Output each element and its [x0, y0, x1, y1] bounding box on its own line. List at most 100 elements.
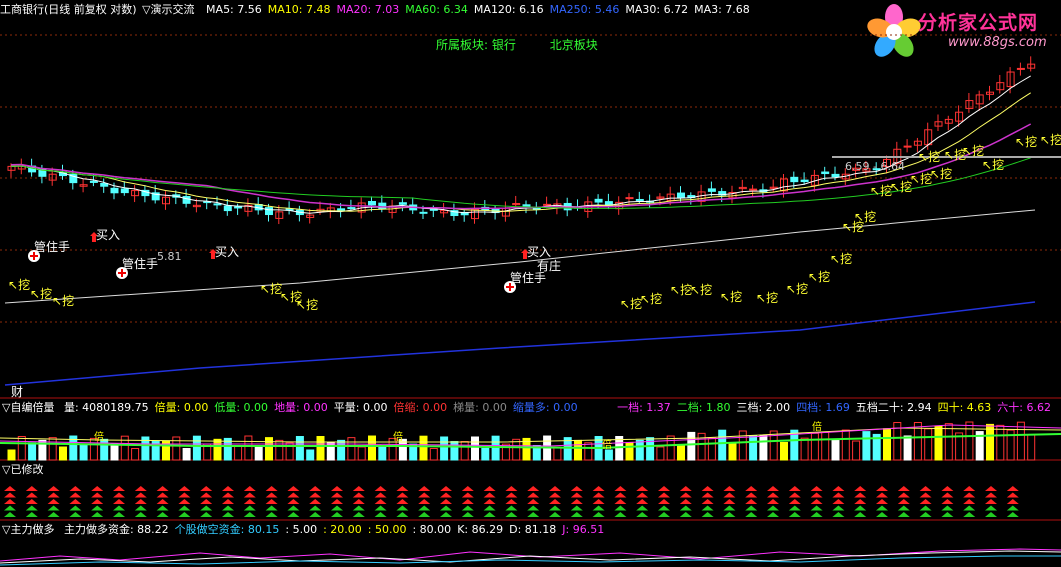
trend-arrow: [287, 505, 300, 511]
trend-arrow: [767, 499, 779, 504]
trend-arrow: [527, 505, 540, 511]
trend-arrow: [483, 486, 496, 491]
candle-body: [368, 201, 376, 206]
trend-arrow: [636, 492, 649, 498]
dig-signal: ↖挖: [930, 165, 952, 182]
signal-text: 挖: [62, 294, 75, 308]
trend-arrow: [767, 486, 779, 491]
volume-bar: [831, 438, 840, 461]
trend-arrow: [723, 512, 736, 517]
signal-text: 挖: [928, 150, 941, 164]
candle-body: [594, 198, 603, 203]
signal-text: 挖: [840, 252, 853, 266]
trend-arrow: [854, 512, 867, 517]
trend-arrow: [658, 492, 670, 498]
volume-bar: [213, 438, 222, 461]
signal-arrow-icon: ↖: [280, 290, 291, 304]
dig-signal: ↖挖: [808, 268, 830, 285]
trend-arrow: [832, 505, 845, 511]
dig-signal: ↖挖: [8, 276, 30, 293]
trend-arrow: [723, 492, 736, 498]
trend-arrow: [767, 492, 779, 498]
signal-arrow-icon: ↖: [808, 270, 819, 284]
signal-text: 管住手: [34, 240, 71, 254]
trend-arrow: [854, 499, 867, 504]
signal-text: 挖: [818, 270, 831, 284]
volume-marker: 倍: [393, 430, 403, 443]
trend-arrow: [788, 512, 801, 517]
volume-bar: [378, 445, 387, 461]
trend-arrow: [396, 505, 409, 511]
volume-bar: [707, 437, 716, 461]
modified-panel-name[interactable]: ▽已修改: [2, 463, 43, 476]
trend-arrow: [592, 486, 605, 491]
trend-arrow: [679, 492, 692, 498]
trend-arrow: [91, 492, 104, 498]
volume-bar: [934, 425, 943, 461]
trend-arrow: [701, 499, 714, 504]
dig-signal: ↖挖: [854, 208, 876, 225]
trend-arrow: [876, 486, 888, 491]
trend-arrow: [636, 512, 649, 517]
trend-arrow: [941, 486, 954, 491]
volume-bar: [368, 435, 376, 461]
dig-signal: ↖挖: [296, 296, 318, 313]
volume-bar: [759, 435, 768, 461]
trend-arrow: [222, 499, 234, 504]
trend-arrow: [113, 486, 125, 491]
trend-arrow: [505, 512, 518, 517]
trend-arrow: [832, 499, 845, 504]
signal-text: 挖: [700, 283, 713, 297]
volume-legend-item: 平量: 0.00: [333, 401, 388, 414]
trend-arrow: [200, 499, 213, 504]
ma250-line: [4, 301, 1036, 386]
volume-bar: [192, 435, 201, 461]
signal-arrow-icon: ↖: [890, 180, 901, 194]
volume-panel-name[interactable]: ▽自编倍量: [2, 401, 54, 414]
buy-signal: 买入: [96, 226, 120, 243]
dig-signal: ↖挖: [52, 292, 74, 309]
dig-signal: ↖挖: [690, 281, 712, 298]
volume-bar: [996, 424, 1005, 461]
signal-text: 挖: [730, 290, 743, 304]
trend-arrow: [440, 505, 452, 511]
trend-arrow: [592, 512, 605, 517]
mainforce-legend-item: 个股做空资金: 80.15: [174, 523, 280, 536]
signal-arrow-icon: ↖: [870, 184, 881, 198]
trend-arrow: [614, 492, 627, 498]
trend-arrow: [4, 512, 16, 517]
volume-legend: 量: 4080189.75 倍量: 0.00 低量: 0.00 地量: 0.00 平量:…: [64, 401, 584, 414]
signal-arrow-icon: ↖: [30, 287, 41, 301]
trend-arrow: [549, 492, 561, 498]
volume-bar: [254, 446, 263, 461]
candle-body: [831, 173, 840, 178]
mainforce-panel-name[interactable]: ▽主力做多: [2, 523, 54, 536]
signal-arrow-icon: ↖: [260, 282, 271, 296]
trend-arrow: [636, 499, 649, 504]
trend-arrow: [4, 499, 16, 504]
trend-arrow: [309, 499, 322, 504]
signal-text: 挖: [796, 282, 809, 296]
volume-bar: [347, 437, 356, 461]
volume-legend-right: 一档: 1.37 二档: 1.80 三档: 2.00 四档: 1.69 五档二十: 2.…: [617, 401, 1057, 415]
signal-arrow-icon: ↖: [854, 210, 865, 224]
trend-arrow: [309, 492, 322, 498]
trend-arrow: [570, 512, 583, 517]
trend-arrow: [352, 499, 365, 504]
trend-arrow: [331, 492, 343, 498]
volume-bar: [131, 447, 140, 461]
trend-arrow: [374, 499, 387, 504]
trend-arrow: [47, 512, 60, 517]
trend-arrow: [985, 486, 997, 491]
trend-arrow: [723, 505, 736, 511]
trend-arrow: [200, 505, 213, 511]
trend-arrow: [788, 492, 801, 498]
trend-arrow: [309, 512, 322, 517]
trend-arrow: [1006, 505, 1019, 511]
signal-text: 管住手: [122, 257, 159, 271]
trend-arrow: [919, 505, 932, 511]
trend-arrow: [461, 512, 474, 517]
dig-signal: ↖挖: [756, 289, 778, 306]
trend-arrow: [440, 512, 452, 517]
trend-arrow: [941, 505, 954, 511]
